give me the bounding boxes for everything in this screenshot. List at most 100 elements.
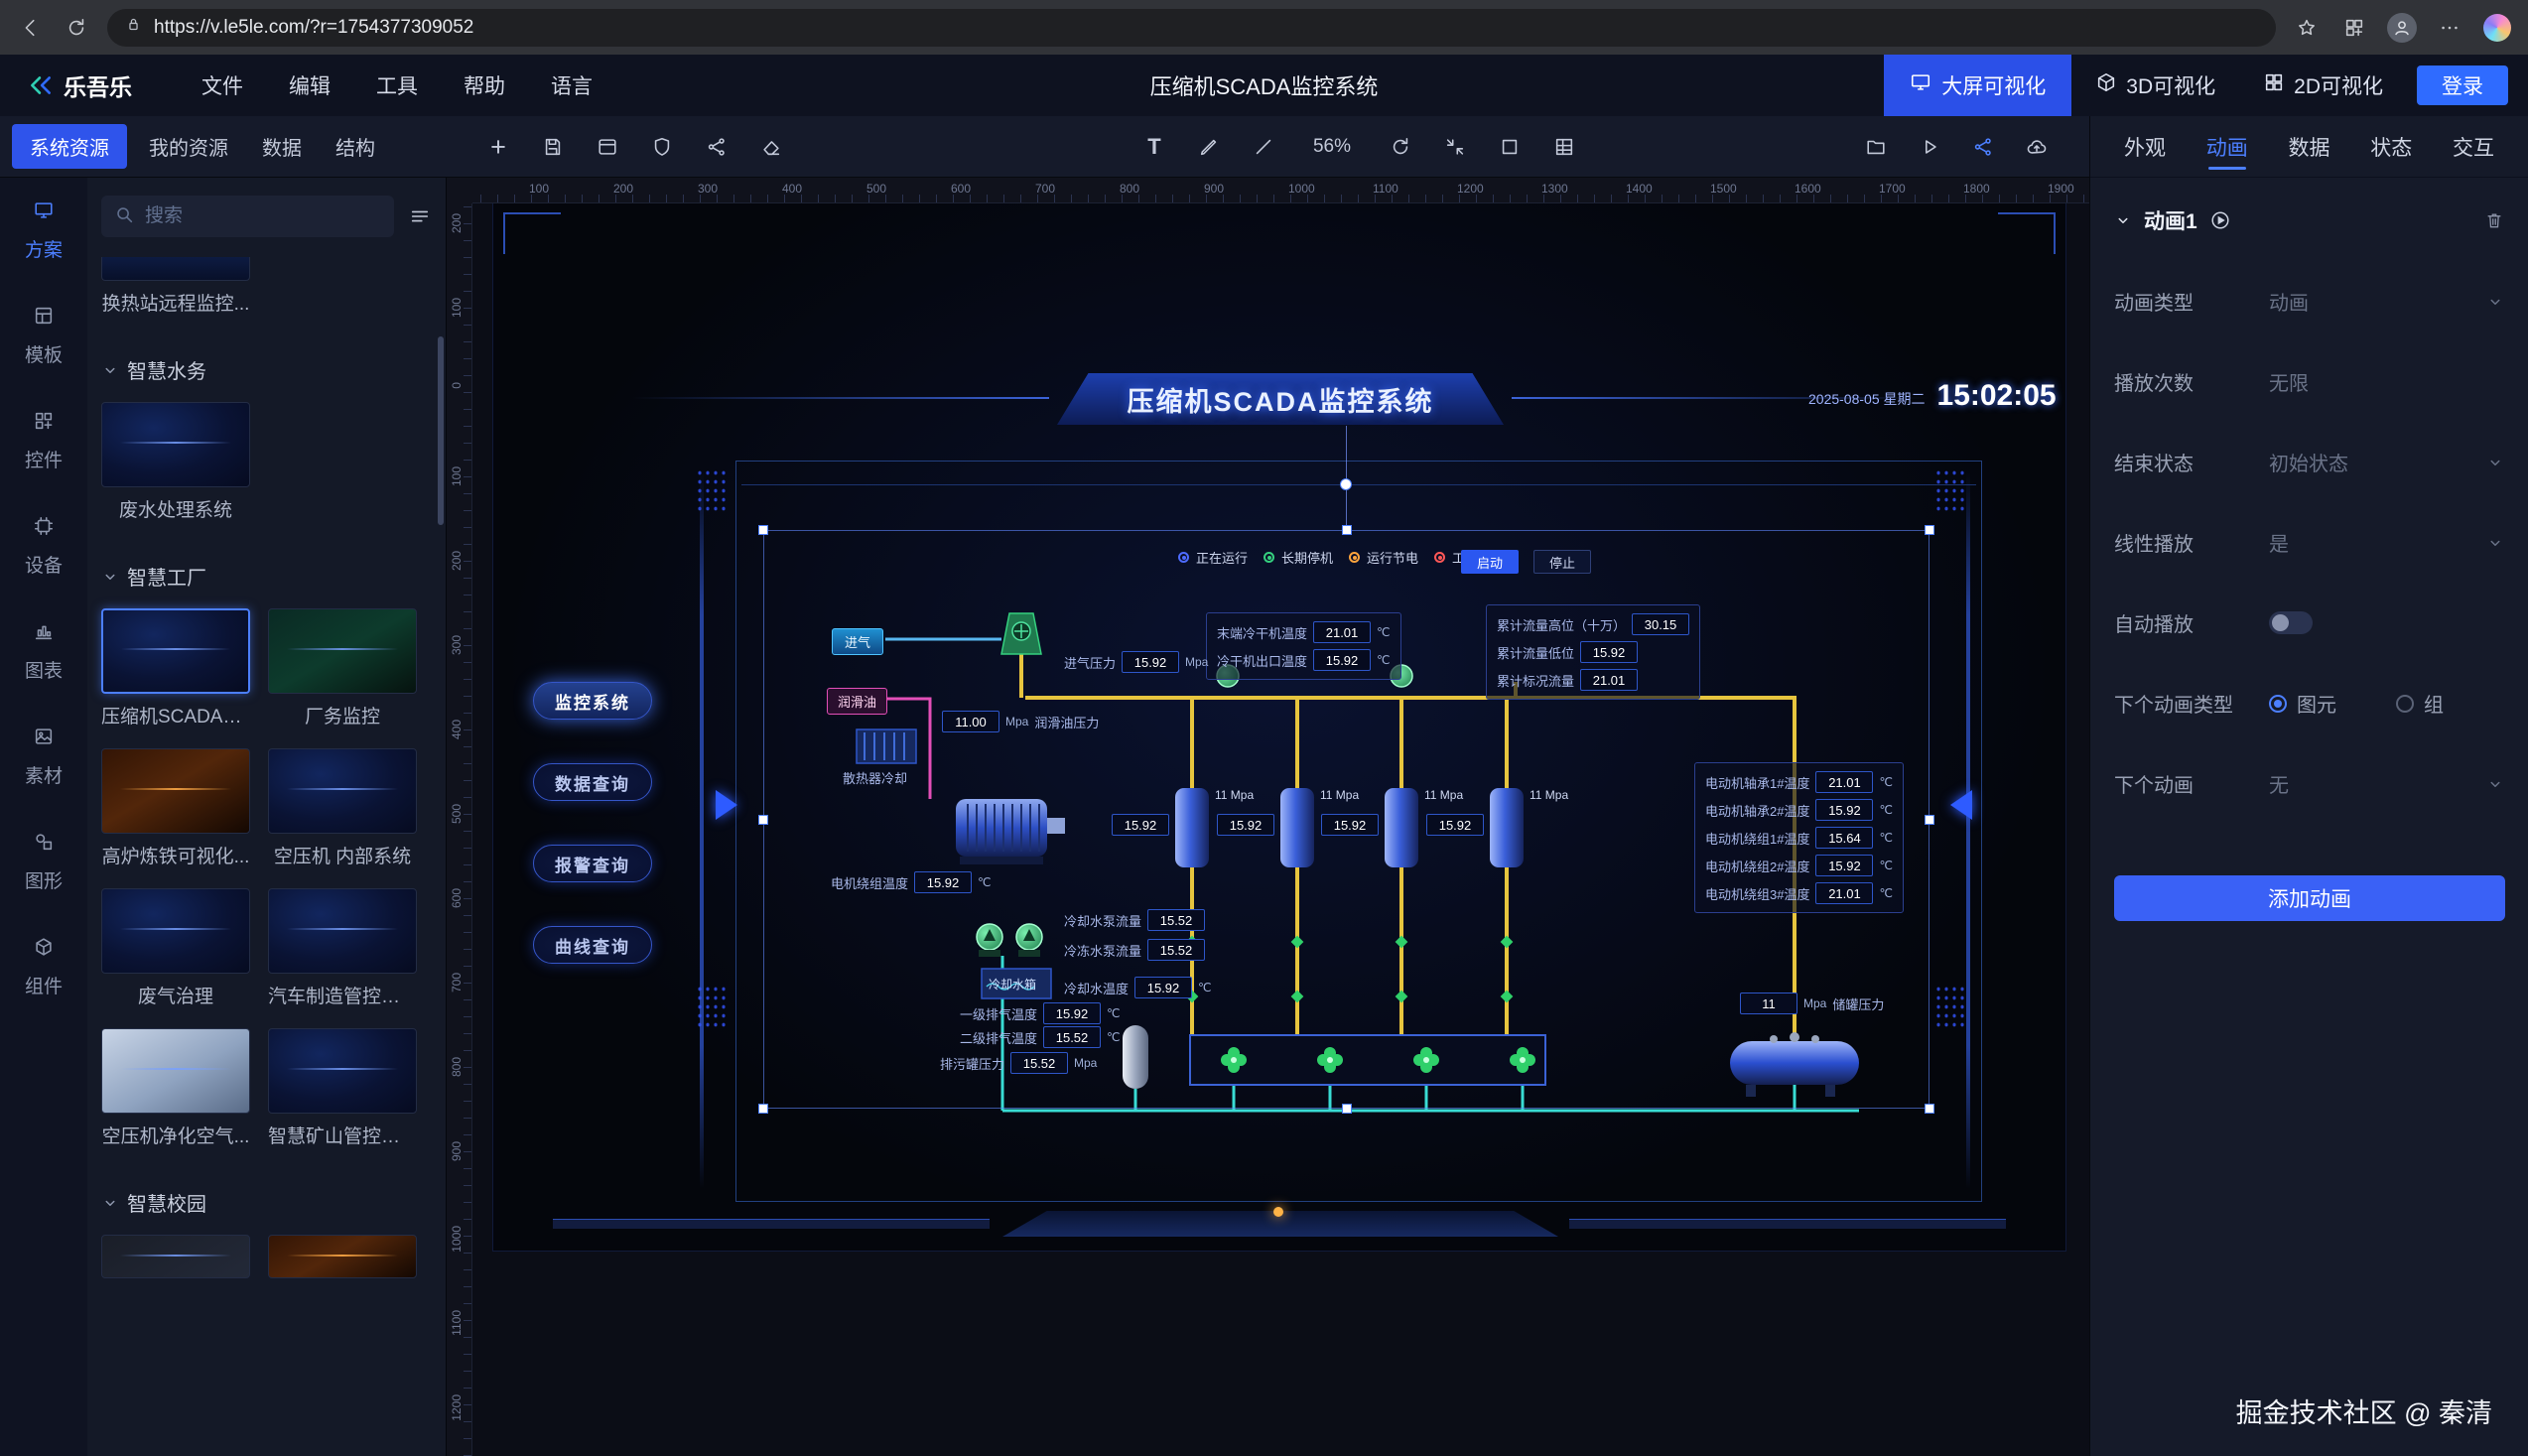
2d-mode-button[interactable]: 2D可视化 bbox=[2239, 70, 2407, 100]
app-logo[interactable]: 乐吾乐 bbox=[28, 68, 132, 102]
sidebar-item-widget[interactable]: 控件 bbox=[0, 388, 87, 493]
scada-screen[interactable]: 压缩机SCADA监控系统 2025-08-05 星期二 15:02:05 正在运… bbox=[492, 201, 2066, 1252]
radio-图元[interactable]: 图元 bbox=[2269, 689, 2336, 718]
field-value[interactable]: 初始状态 bbox=[2269, 448, 2486, 476]
tab-状态[interactable]: 状态 bbox=[2368, 116, 2414, 178]
menu-item-编辑[interactable]: 编辑 bbox=[289, 70, 331, 100]
selection-handle[interactable] bbox=[758, 525, 768, 535]
eraser-tool-icon[interactable] bbox=[759, 135, 783, 159]
search-box[interactable] bbox=[101, 196, 394, 237]
pen-tool-icon[interactable] bbox=[1197, 135, 1221, 159]
grid-tool-icon[interactable] bbox=[1552, 135, 1576, 159]
sidebar-item-component[interactable]: 组件 bbox=[0, 914, 87, 1019]
nodes-tool-icon[interactable] bbox=[705, 135, 729, 159]
chevron-down-icon[interactable] bbox=[2486, 293, 2504, 311]
thumbnail-image[interactable] bbox=[268, 1028, 417, 1114]
play-animation-icon[interactable] bbox=[2209, 209, 2231, 231]
flow-panel[interactable]: 累计流量高位（十万）30.15累计流量低位15.92累计标况流量21.01 bbox=[1486, 604, 1700, 700]
thumbnail-image[interactable] bbox=[101, 402, 250, 487]
tag-intake_pill[interactable]: 进气 bbox=[832, 628, 883, 655]
thumbnail-image[interactable] bbox=[101, 748, 250, 834]
thumbnail-image[interactable] bbox=[268, 1235, 417, 1278]
play-icon[interactable] bbox=[1918, 135, 1941, 159]
copilot-icon[interactable] bbox=[2482, 13, 2512, 43]
selection-handle[interactable] bbox=[1342, 525, 1352, 535]
refresh-icon[interactable] bbox=[62, 13, 91, 43]
panel-scrollbar-thumb[interactable] bbox=[438, 336, 444, 525]
share-icon[interactable] bbox=[1971, 135, 1995, 159]
add-animation-button[interactable]: 添加动画 bbox=[2114, 875, 2505, 921]
sidebar-item-chart[interactable]: 图表 bbox=[0, 598, 87, 704]
resource-tab-我的资源[interactable]: 我的资源 bbox=[137, 124, 240, 169]
section-header-智慧校园[interactable]: 智慧校园 bbox=[101, 1188, 426, 1217]
sidebar-item-template[interactable]: 模板 bbox=[0, 283, 87, 388]
sidebar-item-shape[interactable]: 图形 bbox=[0, 809, 87, 914]
rotation-handle[interactable] bbox=[1340, 478, 1352, 490]
trash-icon[interactable] bbox=[2484, 210, 2504, 230]
add-tool-icon[interactable]: + bbox=[486, 135, 510, 159]
selection-handle[interactable] bbox=[1342, 1104, 1352, 1114]
address-bar[interactable]: https://v.le5le.com/?r=1754377309052 bbox=[107, 9, 2276, 47]
resource-tab-结构[interactable]: 结构 bbox=[324, 124, 387, 169]
resource-tab-系统资源[interactable]: 系统资源 bbox=[12, 124, 127, 169]
thumbnail-image[interactable] bbox=[268, 608, 417, 694]
avatar-icon[interactable] bbox=[2387, 13, 2417, 43]
thumbnail-image[interactable] bbox=[101, 608, 250, 694]
menu-item-工具[interactable]: 工具 bbox=[376, 70, 418, 100]
sidebar-item-asset[interactable]: 素材 bbox=[0, 704, 87, 809]
menu-item-文件[interactable]: 文件 bbox=[201, 70, 243, 100]
thumbnail-partial[interactable] bbox=[101, 257, 250, 281]
tab-动画[interactable]: 动画 bbox=[2204, 116, 2250, 178]
tab-数据[interactable]: 数据 bbox=[2287, 116, 2332, 178]
cloud-icon[interactable] bbox=[2025, 135, 2049, 159]
section-header-智慧水务[interactable]: 智慧水务 bbox=[101, 355, 426, 384]
selection-handle[interactable] bbox=[1925, 525, 1934, 535]
thumbnail-image[interactable] bbox=[268, 888, 417, 974]
selection-handle[interactable] bbox=[758, 1104, 768, 1114]
line-tool-icon[interactable] bbox=[1252, 135, 1275, 159]
auto-play-toggle[interactable] bbox=[2269, 611, 2313, 634]
zoom-level[interactable]: 56% bbox=[1306, 136, 1358, 158]
search-input[interactable] bbox=[145, 205, 382, 227]
save-tool-icon[interactable] bbox=[541, 135, 565, 159]
shield-tool-icon[interactable] bbox=[650, 135, 674, 159]
tab-外观[interactable]: 外观 bbox=[2122, 116, 2168, 178]
3d-mode-button[interactable]: 3D可视化 bbox=[2071, 70, 2239, 100]
back-icon[interactable] bbox=[16, 13, 46, 43]
bigscreen-mode-button[interactable]: 大屏可视化 bbox=[1884, 55, 2071, 116]
motor-temp-panel[interactable]: 电动机轴承1#温度21.01℃电动机轴承2#温度15.92℃电动机绕组1#温度1… bbox=[1694, 762, 1904, 913]
fit-tool-icon[interactable] bbox=[1443, 135, 1467, 159]
card-tool-icon[interactable] bbox=[596, 135, 619, 159]
field-value[interactable]: 是 bbox=[2269, 528, 2486, 557]
thumbnail-image[interactable] bbox=[268, 748, 417, 834]
selection-handle[interactable] bbox=[1925, 1104, 1934, 1114]
chevron-down-icon[interactable] bbox=[2114, 211, 2132, 229]
frame-tool-icon[interactable] bbox=[1498, 135, 1522, 159]
field-value[interactable]: 动画 bbox=[2269, 287, 2486, 316]
chevron-down-icon[interactable] bbox=[2486, 775, 2504, 793]
chevron-down-icon[interactable] bbox=[2486, 534, 2504, 552]
selection-handle[interactable] bbox=[1925, 815, 1934, 825]
tag-lube_pill[interactable]: 润滑油 bbox=[827, 688, 887, 715]
section-header-智慧工厂[interactable]: 智慧工厂 bbox=[101, 562, 426, 591]
thumbnail-image[interactable] bbox=[101, 1028, 250, 1114]
text-tool-icon[interactable]: T bbox=[1142, 135, 1166, 159]
dryer-panel[interactable]: 末端冷干机温度21.01℃冷干机出口温度15.92℃ bbox=[1206, 612, 1401, 680]
collections-icon[interactable] bbox=[2339, 13, 2369, 43]
sidebar-item-device[interactable]: 设备 bbox=[0, 493, 87, 598]
menu-item-语言[interactable]: 语言 bbox=[551, 70, 593, 100]
selection-handle[interactable] bbox=[758, 815, 768, 825]
star-icon[interactable] bbox=[2292, 13, 2322, 43]
thumbnail-image[interactable] bbox=[101, 888, 250, 974]
folder-icon[interactable] bbox=[1864, 135, 1888, 159]
thumbnail-image[interactable] bbox=[101, 1235, 250, 1278]
list-view-icon[interactable] bbox=[408, 204, 432, 228]
field-value[interactable]: 无限 bbox=[2269, 367, 2504, 396]
login-button[interactable]: 登录 bbox=[2417, 66, 2508, 105]
resource-tab-数据[interactable]: 数据 bbox=[250, 124, 314, 169]
radio-组[interactable]: 组 bbox=[2396, 689, 2444, 718]
more-icon[interactable] bbox=[2435, 13, 2464, 43]
menu-item-帮助[interactable]: 帮助 bbox=[464, 70, 505, 100]
tab-交互[interactable]: 交互 bbox=[2451, 116, 2496, 178]
rotate-tool-icon[interactable] bbox=[1389, 135, 1412, 159]
